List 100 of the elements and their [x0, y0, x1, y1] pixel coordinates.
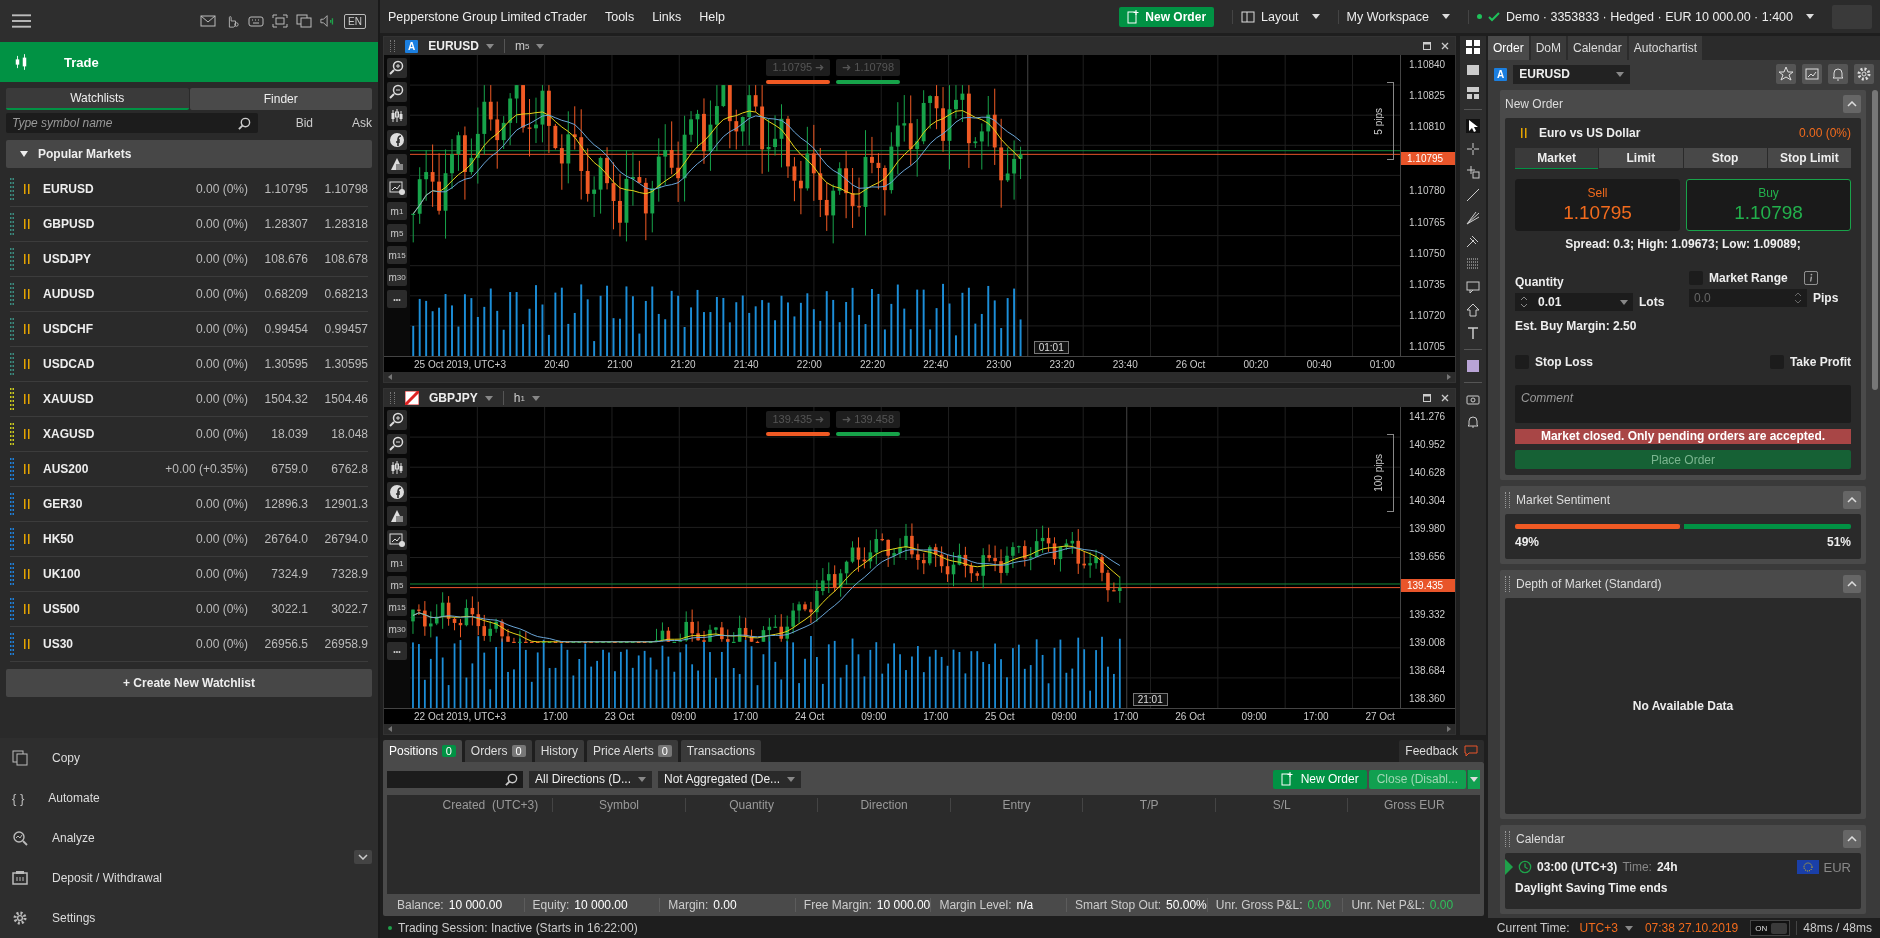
bid-price[interactable]: 7324.9 — [248, 567, 308, 581]
create-watchlist-button[interactable]: + Create New Watchlist — [6, 669, 372, 697]
bid-price[interactable]: 0.99454 — [248, 322, 308, 336]
ask-price[interactable]: 1504.46 — [308, 392, 368, 406]
app-title-menu[interactable]: Pepperstone Group Limited cTrader — [388, 9, 587, 24]
column-header[interactable]: Entry — [950, 798, 1084, 812]
symbol-name[interactable]: GER30 — [43, 497, 153, 511]
symbol-name[interactable]: AUS200 — [43, 462, 153, 476]
language-button[interactable]: EN — [344, 13, 366, 29]
order-type-tab[interactable]: Market — [1515, 148, 1599, 169]
symbol-name[interactable]: USDCHF — [43, 322, 153, 336]
column-header[interactable]: Created (UTC+3) — [387, 798, 554, 812]
new-order-button[interactable]: New Order — [1119, 6, 1215, 27]
ask-price[interactable]: 0.68213 — [308, 287, 368, 301]
bid-price[interactable]: 3022.1 — [248, 602, 308, 616]
column-header[interactable]: Quantity — [685, 798, 819, 812]
ask-price[interactable]: 7328.9 — [308, 567, 368, 581]
symbol-name[interactable]: XAGUSD — [43, 427, 153, 441]
positions-tab[interactable]: Positions 0 — [383, 740, 462, 762]
bid-price[interactable]: 26764.0 — [248, 532, 308, 546]
ask-price[interactable]: 0.99457 — [308, 322, 368, 336]
bid-price[interactable]: 1.28307 — [248, 217, 308, 231]
timezone-dropdown[interactable]: UTC+3 — [1579, 921, 1633, 935]
ask-price[interactable]: 6762.8 — [308, 462, 368, 476]
symbol-name[interactable]: GBPUSD — [43, 217, 153, 231]
ask-price[interactable]: 12901.3 — [308, 497, 368, 511]
chart-symbol-dropdown[interactable]: EURUSD — [428, 39, 494, 53]
bid-price[interactable]: 12896.3 — [248, 497, 308, 511]
bid-price[interactable]: 1504.32 — [248, 392, 308, 406]
positions-tab[interactable]: History — [534, 740, 584, 762]
order-type-tab[interactable]: Stop Limit — [1767, 148, 1851, 168]
price-tick: 139.332 — [1408, 609, 1447, 620]
comment-field[interactable]: Comment — [1515, 385, 1851, 423]
filter-dropdown[interactable]: All Directions (D... — [529, 770, 653, 788]
symbol-name[interactable]: EURUSD — [43, 182, 153, 196]
trade-section-tab[interactable]: Trade — [0, 42, 378, 82]
range-label: 5 pips — [1373, 107, 1384, 135]
symbol-name[interactable]: USDJPY — [43, 252, 153, 266]
ask-price[interactable]: 26958.9 — [308, 637, 368, 651]
bid-price[interactable]: 6759.0 — [248, 462, 308, 476]
ask-price[interactable]: 1.30595 — [308, 357, 368, 371]
bid-price[interactable]: 0.68209 — [248, 287, 308, 301]
bid-price[interactable]: 1.30595 — [248, 357, 308, 371]
menu-item[interactable]: Links — [652, 9, 682, 24]
nav-item[interactable]: { } Automate — [0, 778, 378, 818]
panel-tab[interactable]: Order — [1488, 36, 1529, 60]
ask-price[interactable]: 18.048 — [308, 427, 368, 441]
watchlist-tab[interactable]: Finder — [189, 88, 372, 110]
symbol-name[interactable]: AUDUSD — [43, 287, 153, 301]
summary-label: Smart Stop Out: — [1075, 898, 1162, 912]
symbol-search-field[interactable]: Type symbol name — [6, 113, 258, 133]
workspace-dropdown[interactable]: My Workspace — [1337, 9, 1450, 24]
positions-tab[interactable]: Orders 0 — [464, 740, 532, 762]
panel-tab[interactable]: Calendar — [1568, 36, 1627, 60]
account-dropdown[interactable]: Demo · 3353833 · Hedged · EUR 10 000.00 · 1:400 — [1468, 9, 1814, 24]
filter-dropdown[interactable]: Not Aggregated (De... — [658, 770, 802, 788]
feedback-button[interactable]: Feedback — [1399, 740, 1484, 762]
ask-price[interactable]: 26794.0 — [308, 532, 368, 546]
symbol-dropdown[interactable]: EURUSD — [1513, 64, 1631, 84]
symbol-name[interactable]: UK100 — [43, 567, 153, 581]
sell-button[interactable]: Sell 1.10795 — [1515, 179, 1680, 231]
bid-price[interactable]: 108.676 — [248, 252, 308, 266]
bid-price[interactable]: 26956.5 — [248, 637, 308, 651]
column-header[interactable]: T/P — [1083, 798, 1216, 812]
panel-tab[interactable]: DoM — [1530, 36, 1567, 60]
column-header[interactable]: Symbol — [553, 798, 686, 812]
order-type-tab[interactable]: Stop — [1683, 148, 1767, 168]
layout-dropdown[interactable]: Layout — [1232, 9, 1320, 24]
buy-button[interactable]: Buy 1.10798 — [1686, 179, 1851, 231]
menu-item[interactable]: Tools — [604, 9, 635, 24]
nav-item[interactable]: Copy — [0, 738, 378, 778]
toggle-switch[interactable]: ON — [1750, 920, 1791, 936]
ask-price[interactable]: 1.28318 — [308, 217, 368, 231]
column-header[interactable]: Direction — [818, 798, 951, 812]
symbol-name[interactable]: USDCAD — [43, 357, 153, 371]
positions-tab[interactable]: Price Alerts 0 — [587, 740, 678, 762]
ask-price[interactable]: 108.678 — [308, 252, 368, 266]
positions-tab[interactable]: Transactions — [680, 740, 762, 762]
new-order-button[interactable]: New Order — [1272, 769, 1367, 789]
symbol-name[interactable]: XAUUSD — [43, 392, 153, 406]
quantity-field[interactable]: 0.01 — [1515, 293, 1633, 311]
summary-value: 0.00 — [713, 898, 737, 912]
column-header[interactable]: S/L — [1215, 798, 1349, 812]
ask-price[interactable]: 3022.7 — [308, 602, 368, 616]
chart-symbol-dropdown[interactable]: GBPJPY — [429, 391, 493, 405]
panel-tab[interactable]: Autochartist — [1628, 36, 1703, 60]
nav-item[interactable]: Deposit / Withdrawal — [0, 858, 378, 898]
order-type-tab[interactable]: Limit — [1599, 148, 1683, 168]
symbol-name[interactable]: HK50 — [43, 532, 153, 546]
bid-price[interactable]: 18.039 — [248, 427, 308, 441]
symbol-name[interactable]: US500 — [43, 602, 153, 616]
market-group-header[interactable]: Popular Markets — [6, 140, 372, 168]
column-header[interactable]: Gross EUR — [1348, 798, 1480, 812]
bid-price[interactable]: 1.10795 — [248, 182, 308, 196]
symbol-name[interactable]: US30 — [43, 637, 153, 651]
menu-item[interactable]: Help — [699, 9, 726, 24]
nav-item[interactable]: Analyze — [0, 818, 378, 858]
watchlist-tab[interactable]: Watchlists — [6, 88, 189, 110]
ask-price[interactable]: 1.10798 — [308, 182, 368, 196]
nav-item[interactable]: Settings — [0, 898, 378, 938]
